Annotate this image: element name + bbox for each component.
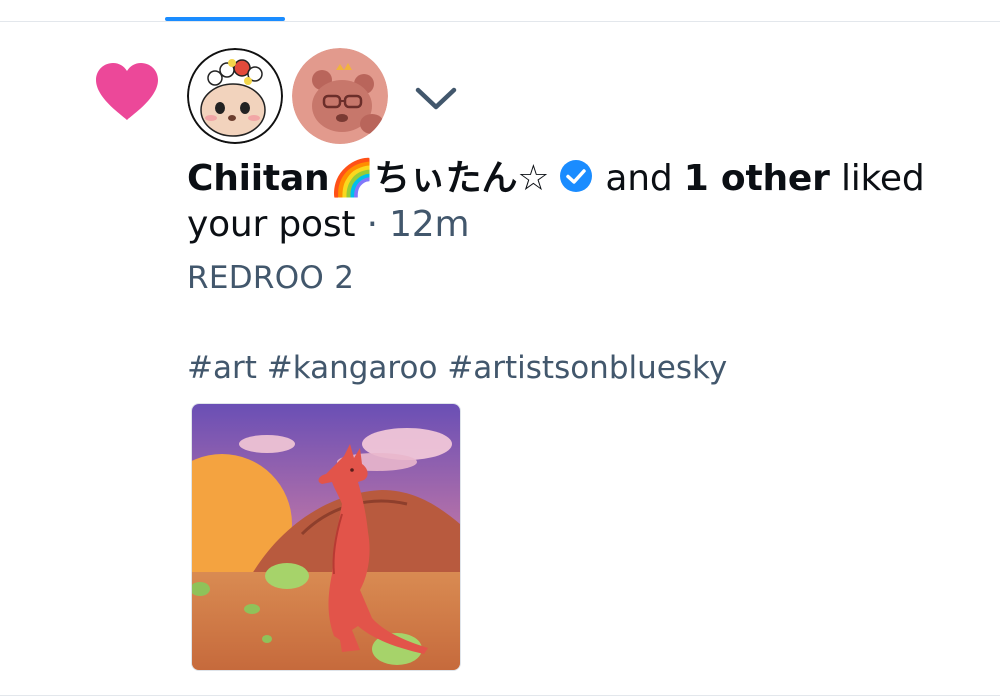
chevron-down-icon[interactable] <box>412 80 460 114</box>
avatar-image <box>292 48 388 144</box>
verified-check-icon <box>560 160 593 192</box>
liker-name[interactable]: Chiitan🌈ちぃたん☆ <box>187 158 550 199</box>
post-image-thumbnail[interactable] <box>191 403 461 671</box>
list-divider <box>0 695 1000 696</box>
timestamp: 12m <box>389 204 470 245</box>
kangaroo-artwork <box>192 404 460 670</box>
post-title: REDROO 2 <box>187 260 355 296</box>
others-count[interactable]: 1 other <box>684 158 830 199</box>
header-divider <box>0 21 1000 22</box>
liker-avatar-2[interactable] <box>292 48 388 144</box>
active-tab-indicator <box>165 17 285 21</box>
and-text: and <box>605 158 673 199</box>
notification-text: Chiitan🌈ちぃたん☆ and 1 other liked your post… <box>187 156 977 248</box>
avatar-image <box>187 48 283 144</box>
post-hashtags[interactable]: #art #kangaroo #artistsonbluesky <box>187 348 727 388</box>
time-separator: · <box>366 204 378 245</box>
liker-avatar-1[interactable] <box>187 48 283 144</box>
heart-icon <box>96 63 158 120</box>
